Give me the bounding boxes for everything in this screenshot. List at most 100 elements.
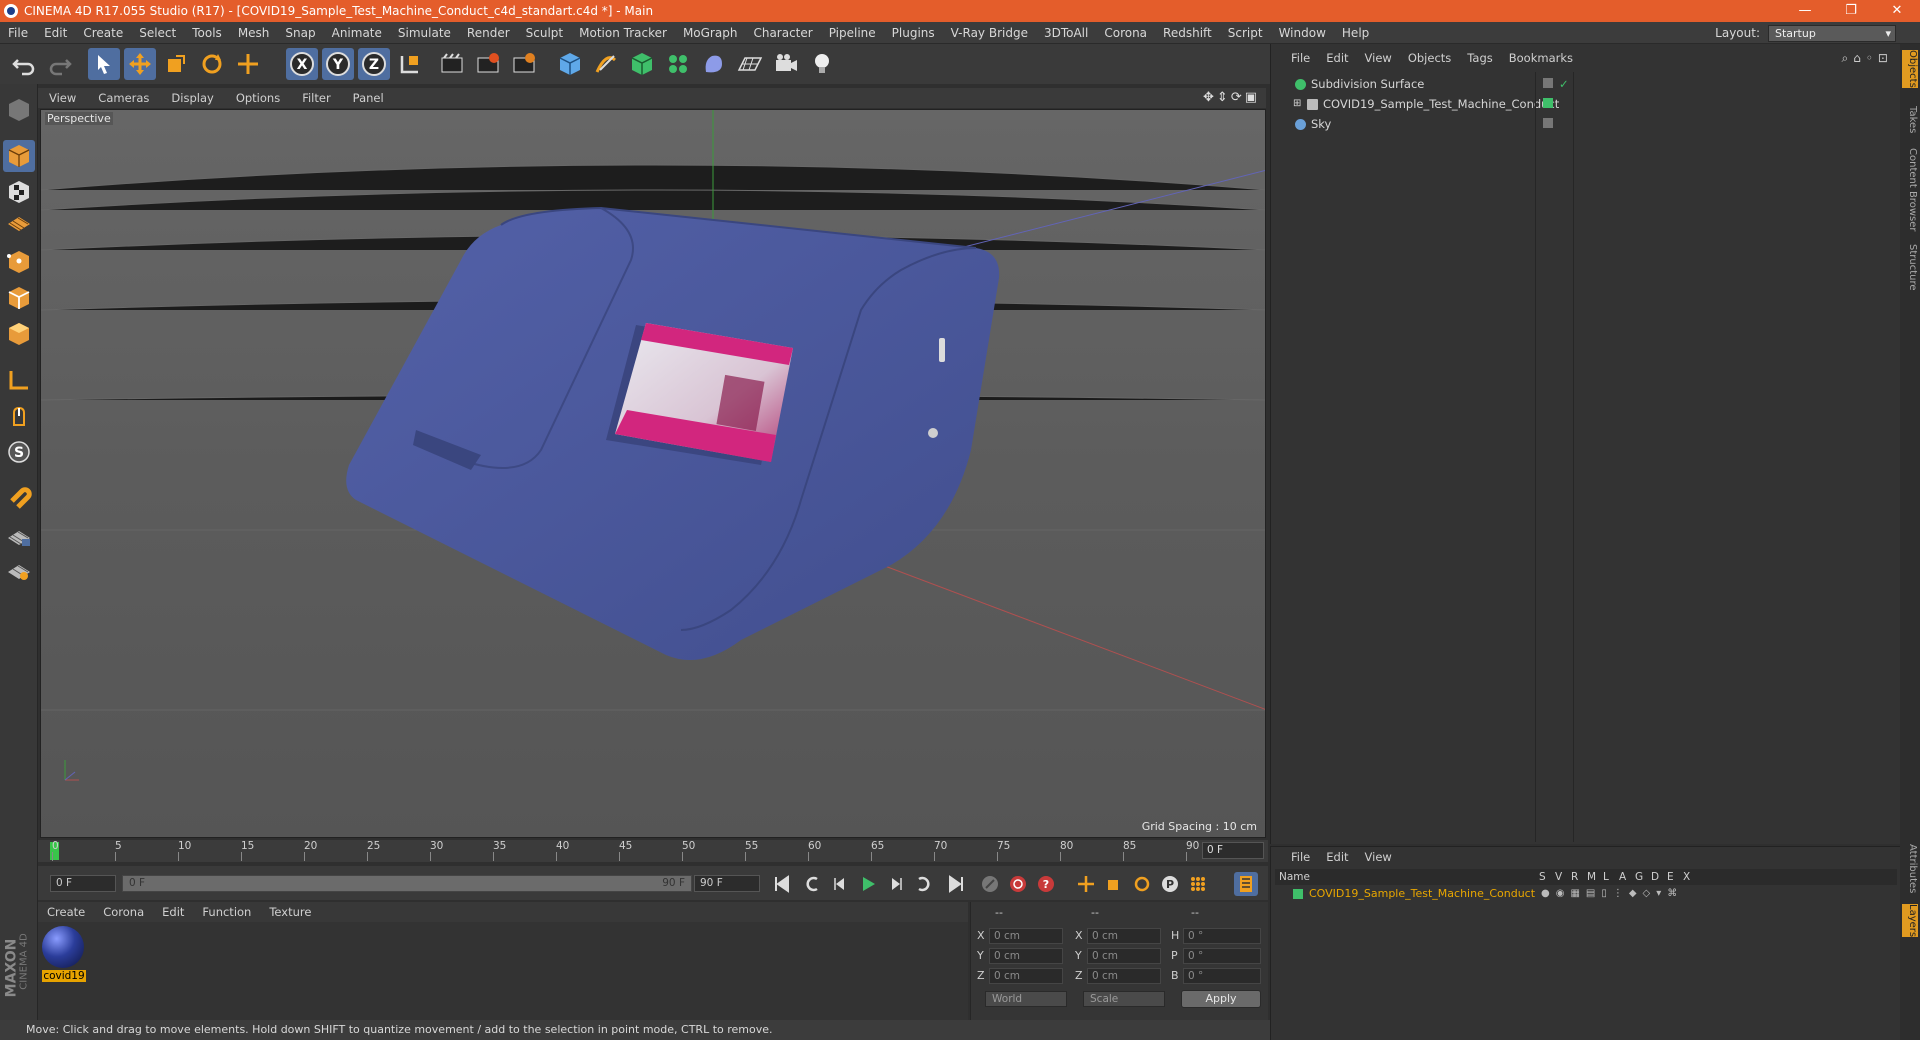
menu-redshift[interactable]: Redshift [1155, 26, 1220, 40]
key-parameter-icon[interactable]: P [1158, 872, 1182, 896]
timeline-ruler[interactable]: 0 5 10 15 20 25 30 35 40 45 50 55 60 65 … [38, 840, 1268, 862]
menu-file[interactable]: File [0, 26, 36, 40]
expand-icon[interactable]: ⊞ [1293, 94, 1301, 114]
next-key-icon[interactable] [912, 872, 936, 896]
menu-plugins[interactable]: Plugins [884, 26, 943, 40]
tab-layers[interactable]: Layers [1902, 904, 1918, 938]
subdivision-icon[interactable] [626, 48, 658, 80]
rotation-b-field[interactable]: 0 ° [1183, 968, 1261, 984]
obj-menu-edit[interactable]: Edit [1318, 51, 1356, 65]
viewport-perspective[interactable]: Perspective Grid Spacing : 10 cm [40, 109, 1266, 838]
undo-icon[interactable] [8, 48, 40, 80]
edit-render-toggle-icon[interactable] [1543, 78, 1553, 88]
menu-edit[interactable]: Edit [36, 26, 75, 40]
position-y-field[interactable]: 0 cm [989, 948, 1063, 964]
material-menu-texture[interactable]: Texture [260, 905, 320, 919]
obj-menu-bookmarks[interactable]: Bookmarks [1501, 51, 1581, 65]
axis-mode-icon[interactable] [3, 364, 35, 396]
render-view-icon[interactable] [436, 48, 468, 80]
tweak-mode-icon[interactable] [3, 400, 35, 432]
keyframe-selection-icon[interactable]: ? [1034, 872, 1058, 896]
menu-mesh[interactable]: Mesh [230, 26, 278, 40]
coordinate-system-icon[interactable] [394, 48, 426, 80]
obj-menu-view[interactable]: View [1357, 51, 1400, 65]
go-to-start-icon[interactable] [770, 872, 794, 896]
render-settings-icon[interactable] [508, 48, 540, 80]
previous-key-icon[interactable] [800, 872, 824, 896]
rotation-h-field[interactable]: 0 ° [1183, 928, 1261, 944]
object-row-subdivision[interactable]: Subdivision Surface ✓ [1275, 74, 1895, 94]
next-frame-icon[interactable] [884, 872, 908, 896]
edges-mode-icon[interactable] [3, 282, 35, 314]
play-icon[interactable] [856, 872, 880, 896]
viewport-menu-filter[interactable]: Filter [291, 91, 341, 105]
record-keys-icon[interactable] [978, 872, 1002, 896]
model-mode-icon[interactable] [3, 140, 35, 172]
make-editable-icon[interactable] [3, 94, 35, 126]
tab-objects[interactable]: Objects [1902, 50, 1918, 88]
render-picture-icon[interactable] [472, 48, 504, 80]
autokey-icon[interactable] [1006, 872, 1030, 896]
snap-icon[interactable]: S [3, 436, 35, 468]
viewport-nav-icons[interactable]: ✥⇕⟳▣ [1203, 90, 1260, 105]
column-divider[interactable] [1573, 72, 1574, 842]
key-scale-icon[interactable] [1102, 872, 1126, 896]
menu-script[interactable]: Script [1220, 26, 1271, 40]
rotation-p-field[interactable]: 0 ° [1183, 948, 1261, 964]
viewport-menu-cameras[interactable]: Cameras [87, 91, 160, 105]
layer-menu-file[interactable]: File [1283, 850, 1318, 864]
move-icon[interactable] [124, 48, 156, 80]
key-position-icon[interactable] [1074, 872, 1098, 896]
enabled-check-icon[interactable]: ✓ [1559, 74, 1569, 94]
menu-snap[interactable]: Snap [277, 26, 323, 40]
select-icon[interactable] [88, 48, 120, 80]
camera-icon[interactable] [770, 48, 802, 80]
size-z-field[interactable]: 0 cm [1087, 968, 1161, 984]
key-rotation-icon[interactable] [1130, 872, 1154, 896]
obj-menu-tags[interactable]: Tags [1459, 51, 1500, 65]
material-menu-create[interactable]: Create [38, 905, 94, 919]
edit-render-toggle-icon[interactable] [1543, 118, 1553, 128]
obj-menu-file[interactable]: File [1283, 51, 1318, 65]
y-axis-icon[interactable]: Y [322, 48, 354, 80]
layer-color-icon[interactable] [1293, 889, 1303, 899]
frame-range-slider[interactable]: 0 F 90 F [122, 875, 692, 892]
previous-frame-icon[interactable] [828, 872, 852, 896]
object-row-covid19[interactable]: ⊞ COVID19_Sample_Test_Machine_Conduct [1275, 94, 1895, 114]
menu-tools[interactable]: Tools [184, 26, 230, 40]
light-icon[interactable] [806, 48, 838, 80]
obj-menu-objects[interactable]: Objects [1400, 51, 1459, 65]
menu-simulate[interactable]: Simulate [390, 26, 459, 40]
menu-sculpt[interactable]: Sculpt [518, 26, 571, 40]
position-z-field[interactable]: 0 cm [989, 968, 1063, 984]
menu-3dtoall[interactable]: 3DToAll [1036, 26, 1096, 40]
minimize-button[interactable]: — [1782, 0, 1828, 22]
cube-icon[interactable] [554, 48, 586, 80]
viewport-menu-view[interactable]: View [38, 91, 87, 105]
workplane-icon[interactable] [3, 206, 35, 238]
lock-workplane-icon[interactable] [3, 520, 35, 552]
menu-corona[interactable]: Corona [1096, 26, 1155, 40]
menu-motion-tracker[interactable]: Motion Tracker [571, 26, 675, 40]
scale-icon[interactable] [160, 48, 192, 80]
go-to-end-icon[interactable] [944, 872, 968, 896]
material-menu-corona[interactable]: Corona [94, 905, 153, 919]
viewport-menu-options[interactable]: Options [225, 91, 291, 105]
key-pla-icon[interactable] [1186, 872, 1210, 896]
menu-mograph[interactable]: MoGraph [675, 26, 746, 40]
size-x-field[interactable]: 0 cm [1087, 928, 1161, 944]
live-select-icon[interactable] [232, 48, 264, 80]
viewport-menu-display[interactable]: Display [160, 91, 224, 105]
planar-workplane-icon[interactable] [3, 554, 35, 586]
position-x-field[interactable]: 0 cm [989, 928, 1063, 944]
polygons-mode-icon[interactable] [3, 318, 35, 350]
layout-dropdown[interactable]: Startup [1768, 24, 1896, 42]
menu-render[interactable]: Render [459, 26, 518, 40]
cloner-icon[interactable] [662, 48, 694, 80]
maximize-button[interactable]: ❐ [1828, 0, 1874, 22]
column-divider[interactable] [1535, 72, 1536, 842]
z-axis-icon[interactable]: Z [358, 48, 390, 80]
timeline-window-icon[interactable] [1234, 872, 1258, 896]
layer-color-tag-icon[interactable] [1543, 98, 1553, 108]
material-menu-edit[interactable]: Edit [153, 905, 193, 919]
